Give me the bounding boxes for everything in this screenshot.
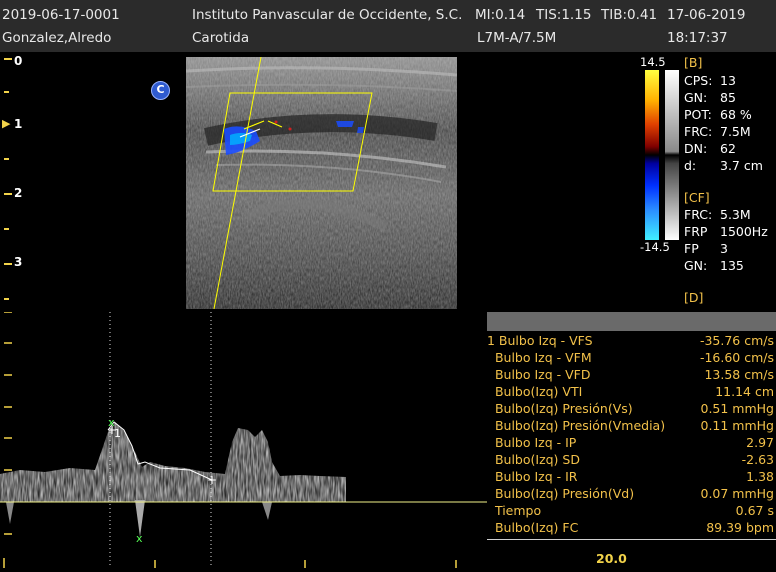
color-scale-max: 14.5 [640,55,666,69]
probe-model: L7M-A/7.5M [477,30,557,46]
param-value: 1500Hz [720,224,768,239]
doppler-spectrum[interactable]: x x + + 1 [0,311,487,568]
institution-name: Instituto Panvascular de Occidente, S.C. [192,7,463,23]
d-params-header: [D] [684,290,704,305]
depth-tick [4,228,9,230]
measurement-row[interactable]: Bulbo Izq - IP 2.97 [487,434,776,451]
study-id: 2019-06-17-0001 [2,7,120,23]
measurement-row[interactable]: Bulbo Izq - IR 1.38 [487,468,776,485]
depth-tick [4,91,9,93]
param-label: FP [684,241,699,256]
measurement-divider [487,539,776,540]
depth-tick [4,58,12,60]
param-label: POT: [684,107,712,122]
measurement-row[interactable]: Bulbo(Izq) Presión(Vd) 0.07 mmHg [487,485,776,502]
color-scale-min: -14.5 [640,240,670,254]
param-value: 3.7 cm [720,158,763,173]
b-params-header: [B] [684,55,703,70]
measurement-list: 1 Bulbo Izq - VFS -35.76 cm/s Bulbo Izq … [487,332,776,542]
depth-tick [4,193,12,195]
measurement-row[interactable]: Bulbo(Izq) FC 89.39 bpm [487,519,776,536]
exam-type: Carotida [192,30,250,46]
param-label: d: [684,158,697,173]
param-label: CPS: [684,73,713,88]
measurement-row[interactable]: Bulbo(Izq) Presión(Vmedia) 0.11 mmHg [487,417,776,434]
depth-label-1: 1 [14,117,23,131]
cursor-label: 1 [114,427,121,440]
param-value: 3 [720,241,728,256]
measurement-row[interactable]: Bulbo Izq - VFM -16.60 cm/s [487,349,776,366]
measurement-row[interactable]: 1 Bulbo Izq - VFS -35.76 cm/s [487,332,776,349]
param-value: 7.5M [720,124,751,139]
color-velocity-bar [645,70,659,240]
header-bar: 2019-06-17-0001 Gonzalez,Alredo Institut… [0,0,776,52]
measurement-row[interactable]: Bulbo(Izq) Presión(Vs) 0.51 mmHg [487,400,776,417]
param-value: 85 [720,90,736,105]
b-mode-image-drawing [186,57,457,309]
measurement-row[interactable]: Bulbo(Izq) SD -2.63 [487,451,776,468]
param-label: GN: [684,90,708,105]
gray-map-bar [665,70,679,240]
measurement-row[interactable]: Tiempo 0.67 s [487,502,776,519]
depth-label-0: 0 [14,54,23,68]
sweep-speed-value[interactable]: 20.0 [596,551,627,566]
depth-tick [4,263,12,265]
param-label: FRC: [684,207,713,222]
param-label: GN: [684,258,708,273]
measurement-panel-header [487,312,776,331]
param-value: 62 [720,141,736,156]
patient-name: Gonzalez,Alredo [2,30,112,46]
param-value: 68 % [720,107,752,122]
thermal-index-soft: TIS:1.15 [536,7,592,23]
cf-params-header: [CF] [684,190,710,205]
thermal-index-bone: TIB:0.41 [601,7,658,23]
doppler-spectrum-drawing: x x + + [0,311,487,568]
measurement-row[interactable]: Bulbo(Izq) VTI 11.14 cm [487,383,776,400]
exam-time: 18:17:37 [667,30,728,46]
b-mode-image[interactable] [186,57,457,309]
exam-date: 17-06-2019 [667,7,746,23]
color-mode-marker-icon[interactable]: C [151,81,170,100]
depth-label-3: 3 [14,255,23,269]
measurement-row[interactable]: Bulbo Izq - VFD 13.58 cm/s [487,366,776,383]
svg-text:x: x [136,532,143,545]
mechanical-index: MI:0.14 [475,7,526,23]
param-value: 5.3M [720,207,751,222]
focus-marker-icon[interactable]: ▶ [2,117,10,130]
param-value: 135 [720,258,744,273]
param-label: FRC: [684,124,713,139]
depth-label-2: 2 [14,186,23,200]
svg-text:+: + [207,473,217,487]
param-label: FRP [684,224,708,239]
param-value: 13 [720,73,736,88]
param-label: DN: [684,141,708,156]
depth-tick [4,158,9,160]
depth-tick [4,298,9,300]
